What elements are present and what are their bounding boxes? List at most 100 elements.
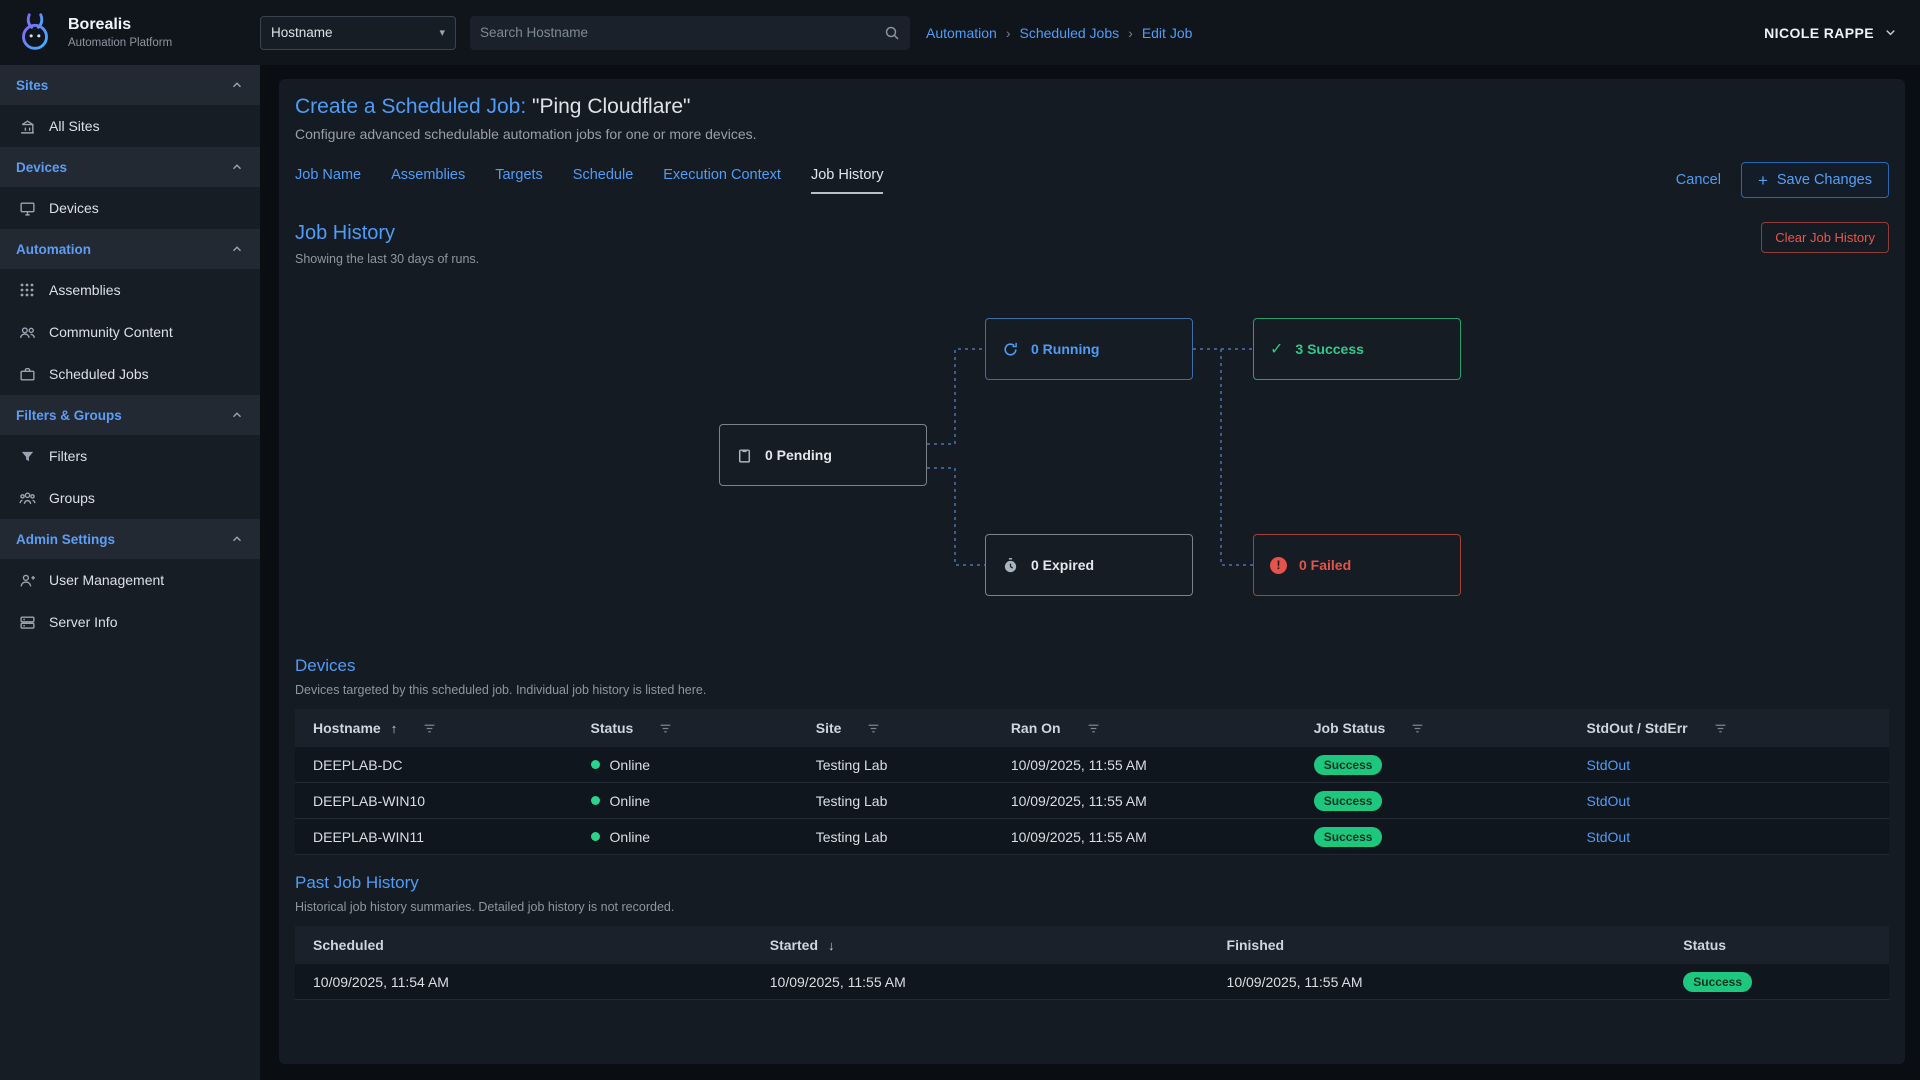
chevron-up-icon — [230, 160, 244, 174]
sidebar-section-devices[interactable]: Devices — [0, 147, 260, 187]
online-dot-icon — [591, 760, 600, 769]
site-cell: Testing Lab — [802, 757, 997, 773]
job-status-cell: Success — [1300, 755, 1573, 775]
sidebar-section-filters-groups[interactable]: Filters & Groups — [0, 395, 260, 435]
filter-icon[interactable] — [423, 722, 436, 735]
brand: Borealis Automation Platform — [0, 10, 260, 56]
clear-job-history-button[interactable]: Clear Job History — [1761, 222, 1889, 253]
cancel-button[interactable]: Cancel — [1676, 172, 1721, 188]
chevron-down-icon — [1883, 25, 1898, 40]
column-label: Job Status — [1314, 720, 1386, 736]
hostname-cell: DEEPLAB-WIN10 — [299, 793, 577, 809]
user-plus-icon — [18, 571, 36, 589]
tab-job-name[interactable]: Job Name — [295, 167, 361, 194]
page-title-prefix: Create a Scheduled Job: — [295, 95, 526, 118]
sidebar-item-all-sites[interactable]: All Sites — [0, 105, 260, 147]
job-history-header-text: Job History Showing the last 30 days of … — [295, 222, 479, 266]
status-badge: Success — [1314, 791, 1383, 811]
page-title-job-name: "Ping Cloudflare" — [532, 95, 691, 118]
hostname-select-value: Hostname — [271, 25, 333, 40]
search-input[interactable] — [480, 25, 884, 40]
tab-schedule[interactable]: Schedule — [573, 167, 633, 194]
table-row: DEEPLAB-WIN11 Online Testing Lab 10/09/2… — [295, 819, 1889, 855]
sidebar-item-assemblies[interactable]: Assemblies — [0, 269, 260, 311]
table-row: DEEPLAB-DC Online Testing Lab 10/09/2025… — [295, 747, 1889, 783]
column-label: Site — [816, 720, 842, 736]
column-label: Started — [770, 937, 818, 953]
hostname-select[interactable]: Hostname ▾ — [260, 16, 456, 50]
tab-execution-context[interactable]: Execution Context — [663, 167, 781, 194]
stopwatch-icon — [1002, 557, 1019, 574]
filter-icon[interactable] — [1411, 722, 1424, 735]
column-header-status[interactable]: Status — [577, 720, 802, 736]
borealis-logo-icon — [12, 10, 58, 56]
sidebar-item-filters[interactable]: Filters — [0, 435, 260, 477]
tab-assemblies[interactable]: Assemblies — [391, 167, 465, 194]
sidebar-item-groups[interactable]: Groups — [0, 477, 260, 519]
refresh-icon — [1002, 341, 1019, 358]
status-cell: Online — [577, 757, 802, 773]
tab-targets[interactable]: Targets — [495, 167, 543, 194]
column-header-site[interactable]: Site — [802, 720, 997, 736]
success-node: ✓ 3 Success — [1253, 318, 1461, 380]
job-history-subheading: Showing the last 30 days of runs. — [295, 252, 479, 266]
past-table-header: Scheduled Started ↓ Finished Status — [295, 926, 1889, 964]
tabs: Job Name Assemblies Targets Schedule Exe… — [295, 167, 883, 194]
column-header-finished[interactable]: Finished — [1213, 937, 1670, 953]
sidebar-item-community-content[interactable]: Community Content — [0, 311, 260, 353]
sidebar-section-automation[interactable]: Automation — [0, 229, 260, 269]
column-header-job-status[interactable]: Job Status — [1300, 720, 1573, 736]
column-header-stdout[interactable]: StdOut / StdErr — [1573, 720, 1885, 736]
filter-icon[interactable] — [1087, 722, 1100, 735]
clipboard-icon — [736, 447, 753, 464]
breadcrumb-separator: › — [997, 25, 1020, 41]
filter-icon[interactable] — [659, 722, 672, 735]
sidebar-section-sites[interactable]: Sites — [0, 65, 260, 105]
expired-node: 0 Expired — [985, 534, 1193, 596]
job-status-cell: Success — [1300, 827, 1573, 847]
save-changes-button[interactable]: + Save Changes — [1741, 162, 1889, 198]
online-dot-icon — [591, 832, 600, 841]
breadcrumb-scheduled-jobs[interactable]: Scheduled Jobs — [1020, 25, 1120, 41]
column-header-ran-on[interactable]: Ran On — [997, 720, 1300, 736]
users-icon — [18, 323, 36, 341]
error-icon: ! — [1270, 557, 1287, 574]
sidebar-item-server-info[interactable]: Server Info — [0, 601, 260, 643]
online-dot-icon — [591, 796, 600, 805]
sidebar-item-scheduled-jobs[interactable]: Scheduled Jobs — [0, 353, 260, 395]
sidebar-item-user-management[interactable]: User Management — [0, 559, 260, 601]
column-header-status[interactable]: Status — [1669, 937, 1885, 953]
sidebar-item-devices[interactable]: Devices — [0, 187, 260, 229]
started-cell: 10/09/2025, 11:55 AM — [756, 974, 1213, 990]
check-icon: ✓ — [1270, 339, 1283, 359]
column-header-scheduled[interactable]: Scheduled — [299, 937, 756, 953]
filter-icon[interactable] — [1714, 722, 1727, 735]
breadcrumb-edit-job[interactable]: Edit Job — [1142, 25, 1193, 41]
chevron-up-icon — [230, 408, 244, 422]
breadcrumb-automation[interactable]: Automation — [926, 25, 997, 41]
column-header-started[interactable]: Started ↓ — [756, 937, 1213, 953]
stdout-link[interactable]: StdOut — [1587, 757, 1631, 773]
ran-on-cell: 10/09/2025, 11:55 AM — [997, 757, 1300, 773]
sidebar-section-admin-settings[interactable]: Admin Settings — [0, 519, 260, 559]
stdout-link[interactable]: StdOut — [1587, 829, 1631, 845]
tab-job-history[interactable]: Job History — [811, 167, 884, 194]
devices-table: Hostname ↑ Status Site — [295, 709, 1889, 855]
sidebar-section-label: Sites — [16, 78, 48, 93]
edit-job-card: Create a Scheduled Job: "Ping Cloudflare… — [279, 79, 1905, 1064]
page-title: Create a Scheduled Job: "Ping Cloudflare… — [295, 95, 1889, 119]
user-menu[interactable]: NICOLE RAPPE — [1764, 25, 1898, 41]
stdout-link[interactable]: StdOut — [1587, 793, 1631, 809]
filter-icon[interactable] — [867, 722, 880, 735]
hostname-cell: DEEPLAB-WIN11 — [299, 829, 577, 845]
sidebar: Sites All Sites Devices Devices Automati… — [0, 65, 260, 1080]
people-icon — [18, 489, 36, 507]
past-job-history-heading: Past Job History — [295, 873, 1889, 893]
search-icon — [884, 25, 900, 41]
past-job-history-table: Scheduled Started ↓ Finished Status 10/0… — [295, 926, 1889, 1000]
sidebar-section-label: Filters & Groups — [16, 408, 122, 423]
column-header-hostname[interactable]: Hostname ↑ — [299, 720, 577, 736]
sidebar-item-label: Scheduled Jobs — [49, 366, 149, 382]
breadcrumb: Automation › Scheduled Jobs › Edit Job — [926, 25, 1192, 41]
main-content: Create a Scheduled Job: "Ping Cloudflare… — [260, 65, 1920, 1080]
